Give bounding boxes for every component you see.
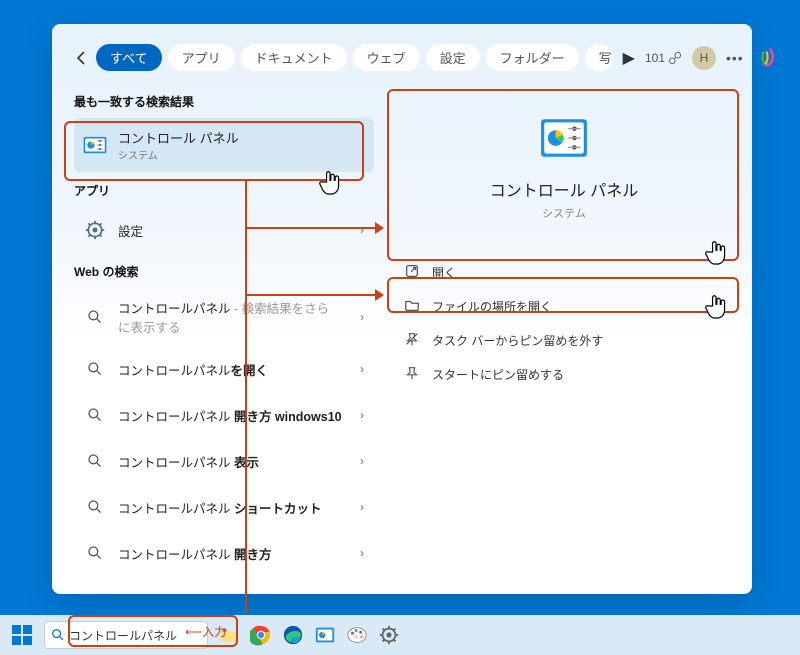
- web-item-text: コントロールパネル: [118, 410, 234, 424]
- chevron-right-icon: ›: [360, 310, 364, 324]
- web-item-bold: 開き方: [234, 548, 272, 562]
- search-icon: [82, 494, 108, 520]
- results-column: 最も一致する検索結果 コントロール パネル システム アプリ 設定 › Web …: [74, 83, 384, 576]
- tab-apps[interactable]: アプリ: [168, 44, 235, 71]
- action-label: スタートにピン留めする: [432, 366, 564, 383]
- tab-all[interactable]: すべて: [96, 44, 162, 71]
- preview-card[interactable]: コントロール パネル システム: [398, 113, 730, 235]
- more-button[interactable]: •••: [726, 50, 744, 66]
- web-result-5[interactable]: コントロールパネル ショートカット ›: [74, 484, 374, 530]
- tab-web[interactable]: ウェブ: [353, 44, 420, 71]
- annotation-input-label: ⟵入力: [185, 623, 226, 640]
- web-result-2[interactable]: コントロールパネルを開く ›: [74, 346, 374, 392]
- web-item-bold: ショートカット: [234, 502, 322, 516]
- taskbar-edge-icon[interactable]: [282, 624, 304, 646]
- preview-subtitle: システム: [398, 205, 730, 221]
- web-item-bold: 開き方 windows10: [234, 410, 342, 424]
- section-apps: アプリ: [74, 182, 374, 199]
- web-item-text: コントロールパネル: [118, 456, 234, 470]
- web-item-text: コントロールパネル: [118, 302, 231, 316]
- web-item-bold: を開く: [231, 364, 269, 378]
- action-open-location[interactable]: ファイルの場所を開く: [398, 289, 730, 323]
- action-label: ファイルの場所を開く: [432, 298, 552, 315]
- chevron-right-icon: ›: [360, 362, 364, 376]
- unpin-icon: [404, 331, 422, 349]
- search-icon: [82, 448, 108, 474]
- action-unpin-taskbar[interactable]: タスク バーからピン留めを外す: [398, 323, 730, 357]
- taskbar-settings-icon[interactable]: [378, 624, 400, 646]
- tab-docs[interactable]: ドキュメント: [241, 44, 347, 71]
- rewards-points[interactable]: 101: [645, 51, 682, 65]
- search-icon: [82, 304, 108, 330]
- search-panel: すべて アプリ ドキュメント ウェブ 設定 フォルダー 写 ▶ 101 H ••…: [52, 24, 752, 594]
- tab-overflow[interactable]: ▶: [619, 48, 639, 68]
- copilot-icon[interactable]: [754, 47, 776, 69]
- preview-column: コントロール パネル システム 開く ファイルの場所を開く タスク バーからピン…: [384, 83, 730, 576]
- control-panel-icon-large: [539, 113, 589, 163]
- result-control-panel[interactable]: コントロール パネル システム: [74, 118, 374, 172]
- search-input-value: コントロールパネル: [69, 627, 177, 644]
- tab-photos[interactable]: 写: [585, 44, 613, 71]
- chevron-right-icon: ›: [360, 223, 364, 237]
- result-subtitle: システム: [118, 147, 239, 162]
- taskbar-search-box[interactable]: コントロールパネル: [44, 621, 208, 649]
- open-external-icon: [404, 263, 422, 281]
- taskbar-paint-icon[interactable]: [346, 624, 368, 646]
- web-item-text: コントロールパネル: [118, 502, 234, 516]
- user-avatar[interactable]: H: [692, 46, 716, 70]
- gear-icon: [82, 217, 108, 243]
- chevron-right-icon: ›: [360, 408, 364, 422]
- chevron-right-icon: ›: [360, 454, 364, 468]
- search-icon: [82, 402, 108, 428]
- start-button[interactable]: [10, 623, 34, 647]
- result-title: コントロール パネル: [118, 128, 239, 147]
- web-item-text: コントロールパネル: [118, 364, 231, 378]
- taskbar-controlpanel-icon[interactable]: [314, 624, 336, 646]
- web-result-4[interactable]: コントロールパネル 表示 ›: [74, 438, 374, 484]
- taskbar: コントロールパネル: [0, 615, 800, 655]
- search-icon: [82, 540, 108, 566]
- action-open[interactable]: 開く: [398, 255, 730, 289]
- tab-folders[interactable]: フォルダー: [486, 44, 579, 71]
- search-icon: [82, 356, 108, 382]
- result-settings-app[interactable]: 設定 ›: [74, 207, 374, 253]
- web-result-6[interactable]: コントロールパネル 開き方 ›: [74, 530, 374, 576]
- points-value: 101: [645, 51, 665, 65]
- action-label: 開く: [432, 264, 456, 281]
- chevron-right-icon: ›: [360, 546, 364, 560]
- tabs-row: すべて アプリ ドキュメント ウェブ 設定 フォルダー 写 ▶ 101 H ••…: [52, 24, 752, 83]
- taskbar-chrome-icon[interactable]: [250, 624, 272, 646]
- app-item-label: 設定: [118, 221, 143, 240]
- folder-icon: [404, 297, 422, 315]
- section-bestmatch: 最も一致する検索結果: [74, 93, 374, 110]
- web-item-bold: 表示: [234, 456, 259, 470]
- action-label: タスク バーからピン留めを外す: [432, 332, 603, 349]
- section-websearch: Web の検索: [74, 263, 374, 280]
- web-item-text: コントロールパネル: [118, 548, 234, 562]
- web-result-3[interactable]: コントロールパネル 開き方 windows10 ›: [74, 392, 374, 438]
- control-panel-icon: [82, 132, 108, 158]
- action-pin-start[interactable]: スタートにピン留めする: [398, 357, 730, 391]
- preview-title: コントロール パネル: [398, 177, 730, 201]
- back-button[interactable]: [74, 48, 90, 68]
- web-result-1[interactable]: コントロールパネル - 検索結果をさらに表示する ›: [74, 288, 374, 346]
- tab-settings[interactable]: 設定: [426, 44, 480, 71]
- chevron-right-icon: ›: [360, 500, 364, 514]
- pin-icon: [404, 365, 422, 383]
